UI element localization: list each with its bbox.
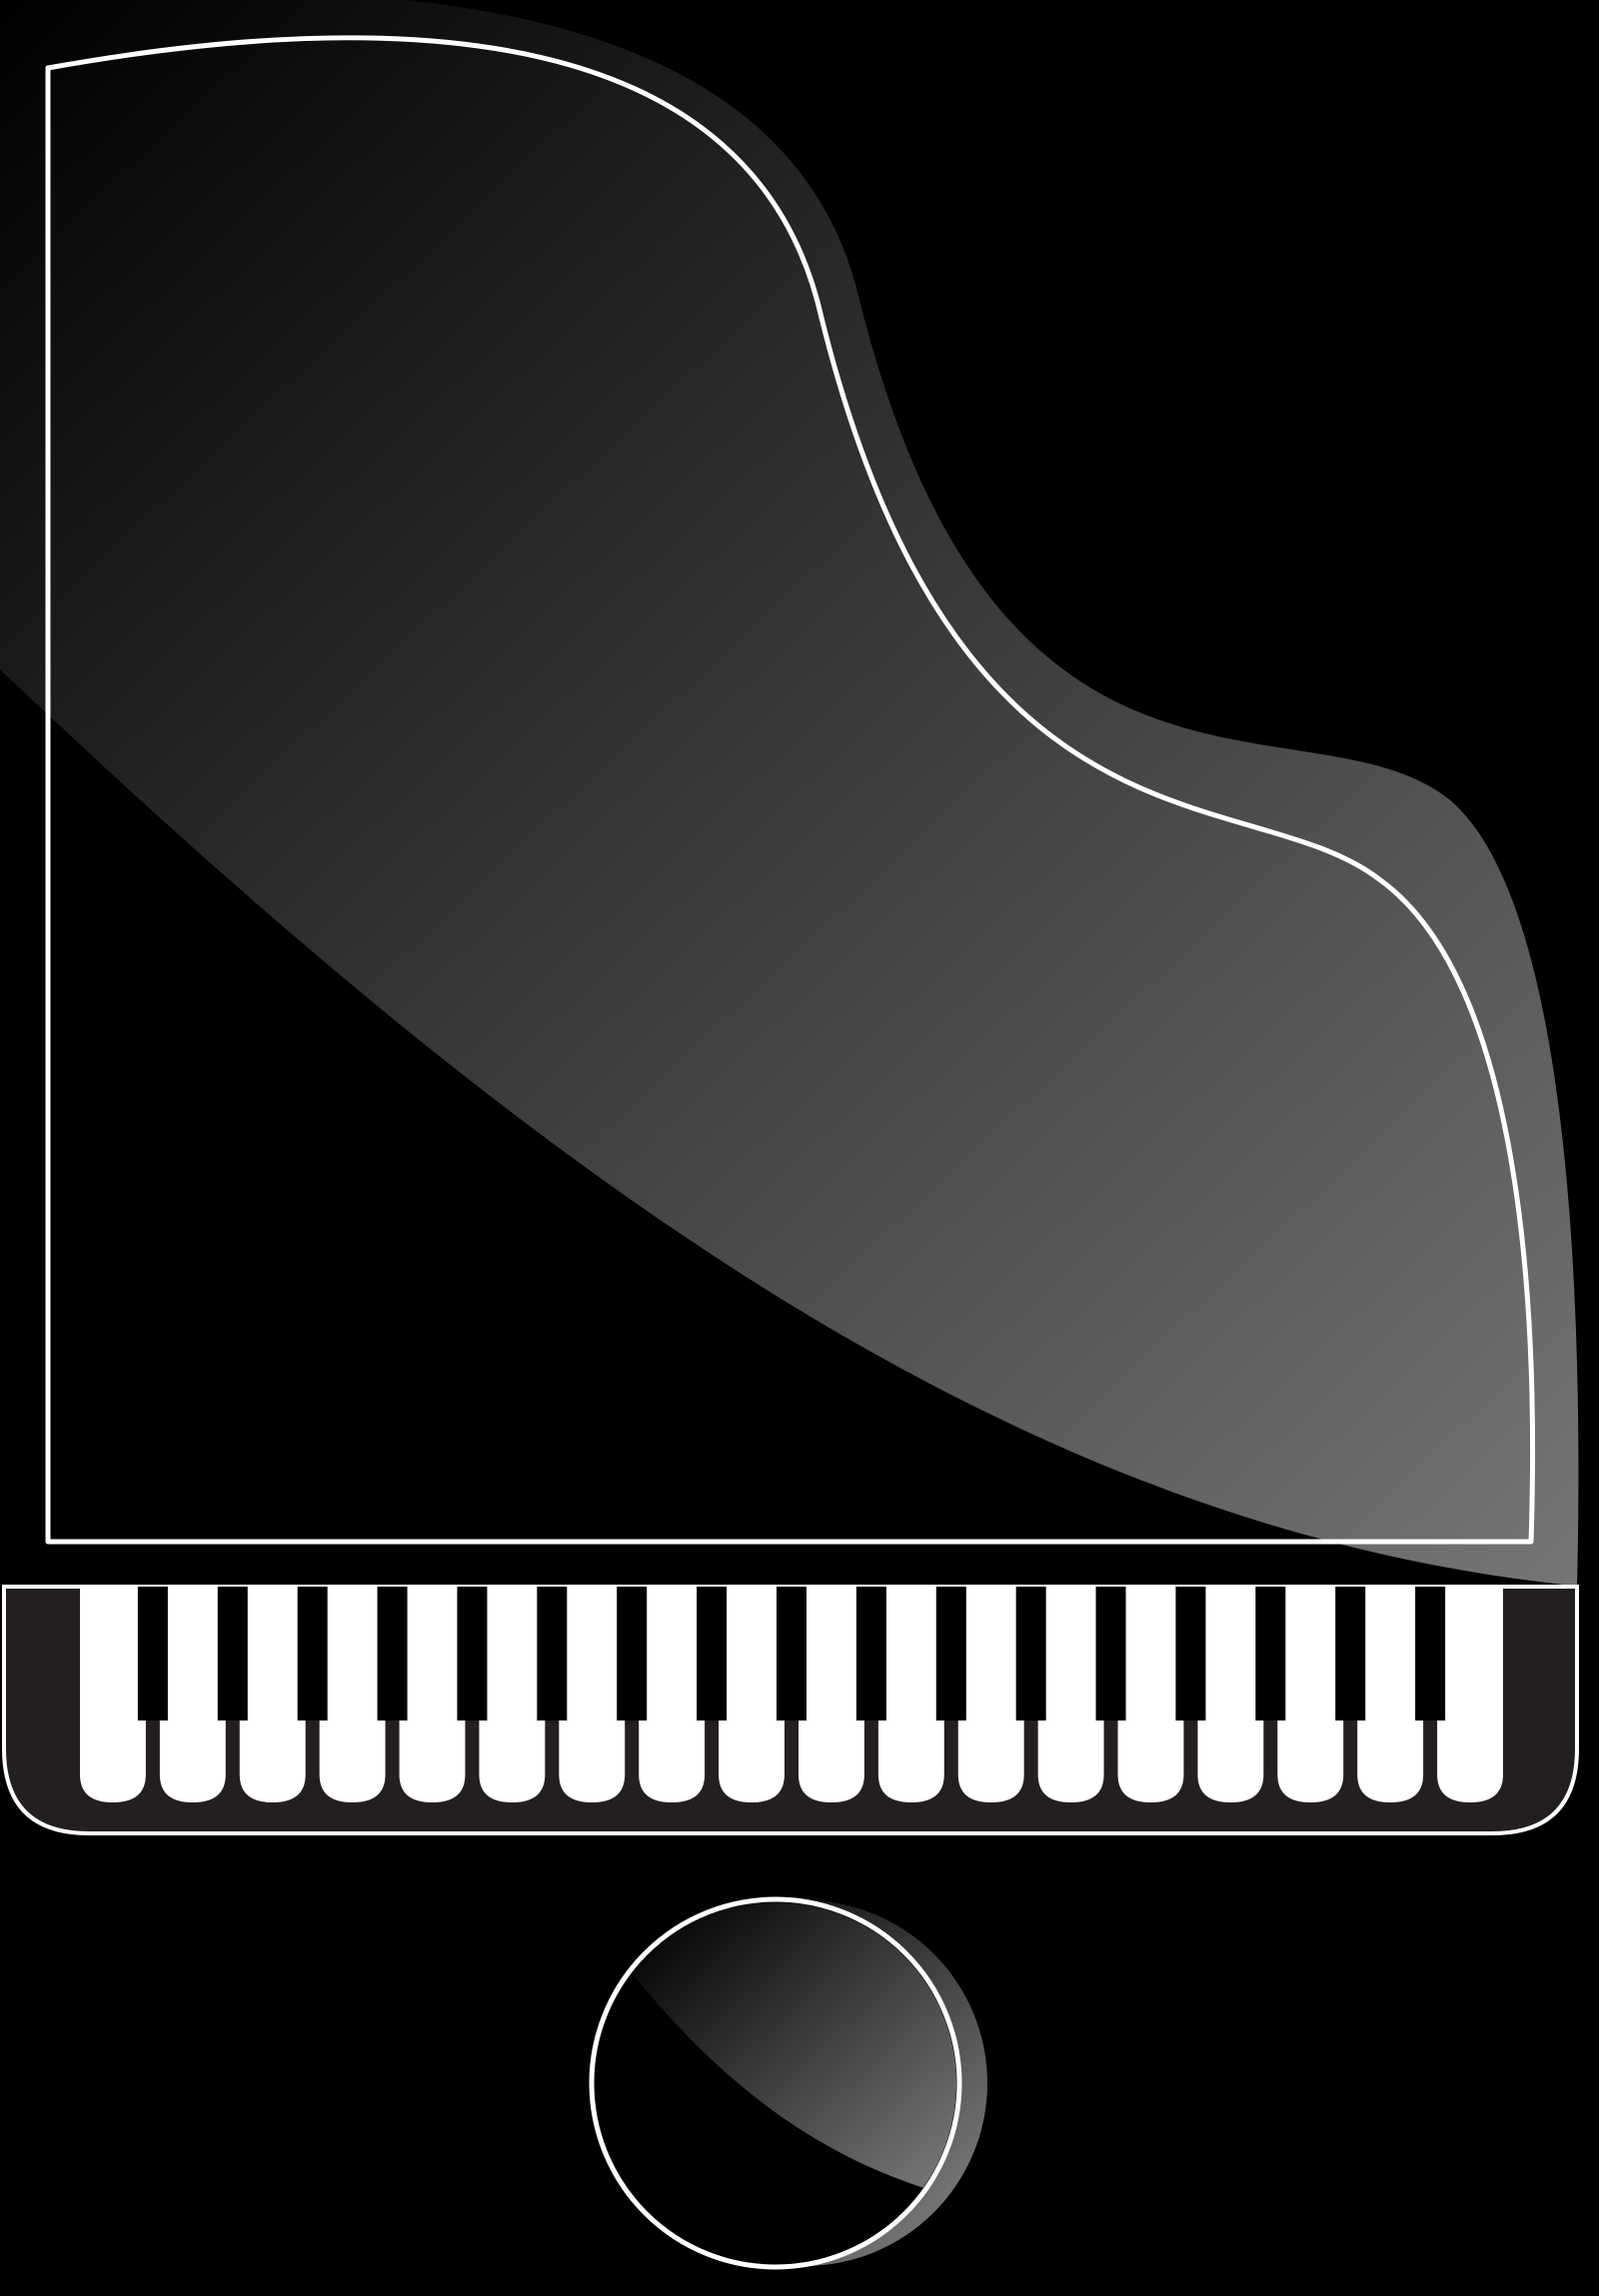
white-key [799, 1587, 864, 1802]
black-key [137, 1587, 168, 1721]
black-key [377, 1587, 408, 1721]
white-key [559, 1587, 626, 1802]
white-key [80, 1587, 146, 1802]
black-key [935, 1587, 966, 1721]
white-key [319, 1587, 386, 1802]
black-key [855, 1587, 886, 1721]
white-key [239, 1587, 306, 1802]
black-key [617, 1587, 648, 1721]
black-key [537, 1587, 568, 1721]
white-key [639, 1587, 706, 1802]
white-key [1117, 1587, 1184, 1802]
black-key [1415, 1587, 1446, 1721]
white-key [1437, 1587, 1503, 1802]
white-key [1357, 1587, 1424, 1802]
white-key [159, 1587, 226, 1802]
white-key [957, 1587, 1024, 1802]
black-key [217, 1587, 248, 1721]
black-key [297, 1587, 328, 1721]
black-key [457, 1587, 488, 1721]
black-key [1255, 1587, 1286, 1721]
grand-piano-icon [0, 0, 1579, 2270]
white-key [719, 1587, 785, 1802]
black-key [1175, 1587, 1206, 1721]
piano-illustration [0, 0, 1599, 2296]
white-key [1197, 1587, 1264, 1802]
black-key [1015, 1587, 1046, 1721]
white-key [1037, 1587, 1104, 1802]
black-key [777, 1587, 806, 1721]
white-key [877, 1587, 944, 1802]
black-key [1335, 1587, 1366, 1721]
black-key [697, 1587, 728, 1721]
white-key [1277, 1587, 1344, 1802]
black-key [1095, 1587, 1126, 1721]
white-key [479, 1587, 546, 1802]
white-key [399, 1587, 466, 1802]
